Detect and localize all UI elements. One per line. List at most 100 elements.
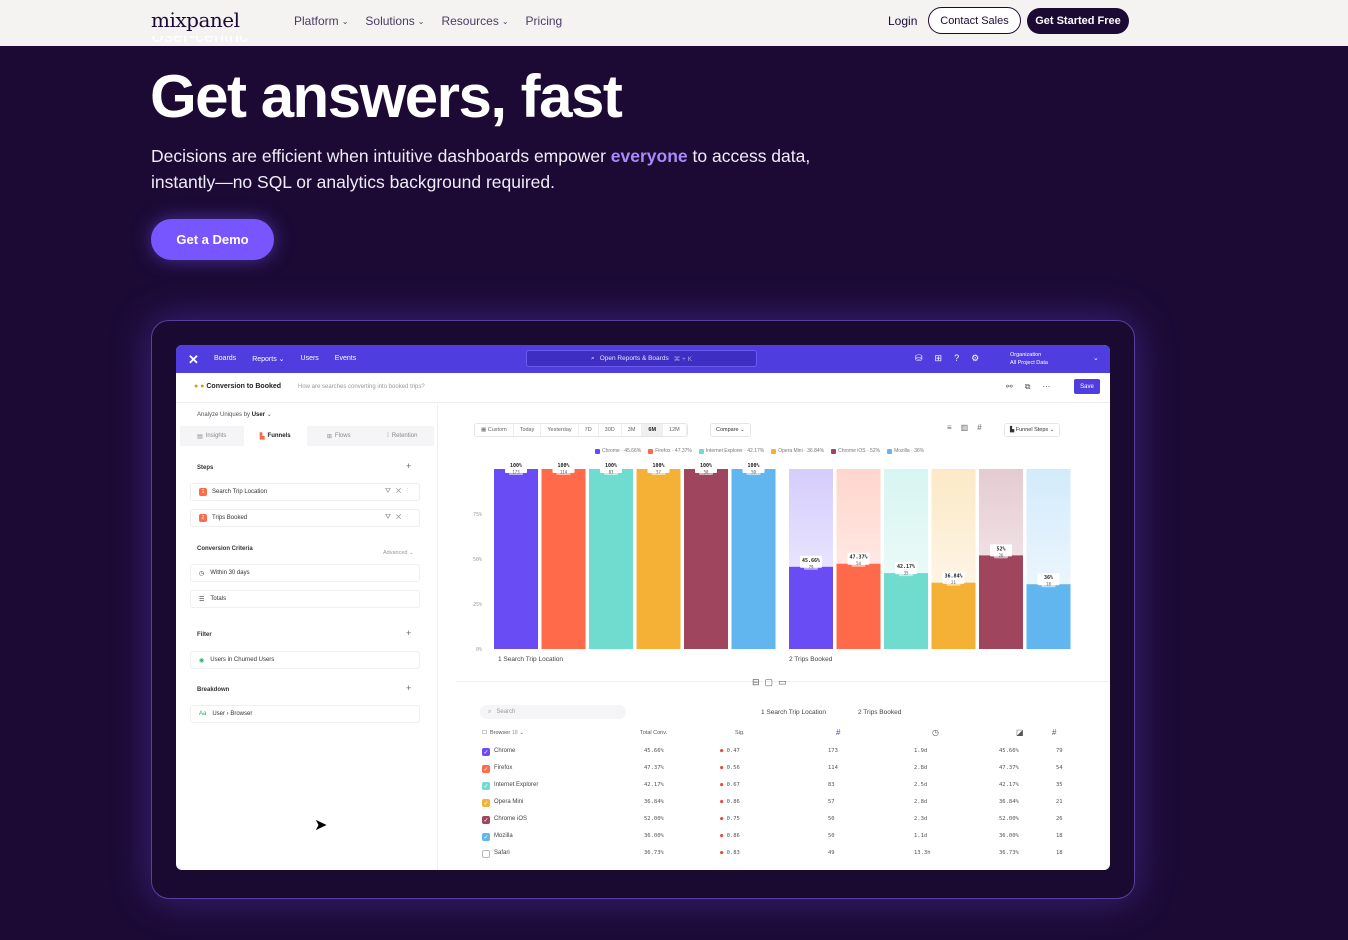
- col-total-conv[interactable]: Total Conv.: [640, 730, 667, 736]
- gear-icon[interactable]: ⚙: [971, 353, 979, 364]
- range-yesterday[interactable]: Yesterday: [541, 424, 579, 436]
- time-icon[interactable]: ◷: [932, 728, 939, 737]
- analyze-by[interactable]: Analyze Uniques by User ⌄: [197, 411, 272, 418]
- advanced-toggle[interactable]: Advanced ⌄: [383, 550, 414, 556]
- database-icon[interactable]: ⛁: [915, 353, 923, 364]
- legend-item[interactable]: Chrome · 45.66%: [595, 448, 641, 454]
- link-icon[interactable]: ⚯: [1006, 382, 1013, 392]
- criteria-label: Conversion Criteria: [197, 546, 253, 552]
- legend-item[interactable]: Opera Mini · 36.84%: [771, 448, 824, 454]
- get-started-button[interactable]: Get Started Free: [1027, 8, 1129, 34]
- mixpanel-logo[interactable]: mixpanel: [151, 8, 240, 32]
- more-icon[interactable]: ⋯: [1042, 382, 1050, 392]
- app-search-bar[interactable]: ⌕ Open Reports & Boards ⌘ + K: [526, 350, 757, 367]
- bar-step2-chrome: [789, 566, 833, 649]
- login-link[interactable]: Login: [888, 14, 917, 28]
- table-row[interactable]: ✓ Firefox 47.37% ● 0.56 114 2.8d 47.37% 54: [482, 761, 1063, 777]
- row-checkbox[interactable]: ✓: [482, 799, 490, 807]
- app-link-reports[interactable]: Reports ⌄: [252, 355, 284, 363]
- table-search-input[interactable]: ⌕ Search: [480, 705, 626, 719]
- bar-chart-icon[interactable]: ▥: [961, 423, 969, 432]
- table-row[interactable]: ✓ Chrome 45.66% ● 0.47 173 1.9d 45.66% 79: [482, 744, 1063, 760]
- row-checkbox[interactable]: ✓: [482, 765, 490, 773]
- range-6m[interactable]: 6M: [642, 424, 664, 436]
- tab-funnels[interactable]: ▙ Funnels: [243, 426, 307, 446]
- percent-icon[interactable]: ◪: [1016, 728, 1024, 737]
- chart-only-icon[interactable]: ▢: [765, 677, 774, 688]
- chevron-down-icon[interactable]: ⌄: [1093, 354, 1099, 362]
- table-only-icon[interactable]: ▭: [778, 677, 787, 688]
- row-checkbox[interactable]: [482, 850, 490, 858]
- nav-platform[interactable]: Platform ⌄: [294, 14, 348, 28]
- range-today[interactable]: Today: [514, 424, 542, 436]
- funnel-step-1[interactable]: 1 Search Trip Location ⛛✕⋮: [190, 483, 420, 501]
- get-demo-button[interactable]: Get a Demo: [151, 219, 274, 260]
- hash-icon[interactable]: #: [1052, 728, 1056, 737]
- criteria-counting[interactable]: ☰ Totals: [190, 590, 420, 608]
- split-view-icon[interactable]: ⊟: [752, 677, 760, 688]
- app-link-boards[interactable]: Boards: [214, 355, 236, 363]
- nav-resources[interactable]: Resources ⌄: [441, 14, 508, 28]
- row-checkbox[interactable]: ✓: [482, 782, 490, 790]
- nav-pricing[interactable]: Pricing: [526, 14, 563, 28]
- step-controls-icon[interactable]: ⛛✕⋮: [385, 514, 413, 522]
- copy-icon[interactable]: ⧉: [1025, 382, 1031, 392]
- nav-pricing-label: Pricing: [525, 14, 563, 28]
- table-row[interactable]: ✓ Opera Mini 36.84% ● 0.86 57 2.8d 36.84% 21: [482, 795, 1063, 811]
- criteria-window[interactable]: ◷ Within 30 days: [190, 564, 420, 582]
- legend-label: Chrome iOS · 52%: [838, 448, 881, 454]
- eyebrow-clipped: User-centric: [151, 36, 351, 48]
- col-browser[interactable]: ☐ Browser 18 ⌄: [482, 730, 524, 736]
- range-3m[interactable]: 3M: [622, 424, 643, 436]
- org-name: Organization: [1010, 352, 1042, 358]
- breakdown-row[interactable]: Aa User › Browser: [190, 705, 420, 723]
- app-logo-icon[interactable]: ✕: [188, 352, 199, 368]
- row-checkbox[interactable]: ✓: [482, 833, 490, 841]
- apps-grid-icon[interactable]: ⊞: [935, 353, 943, 364]
- report-description[interactable]: How are searches converting into booked …: [298, 384, 425, 390]
- range-custom[interactable]: ▦ Custom: [475, 424, 514, 436]
- app-link-events[interactable]: Events: [335, 355, 356, 363]
- tab-retention[interactable]: ⁞ Retention: [371, 426, 435, 446]
- chart-panel: ▦ Custom Today Yesterday 7D 30D 3M 6M 12…: [438, 403, 1110, 870]
- compare-dropdown[interactable]: Compare ⌄: [710, 423, 751, 437]
- app-link-users[interactable]: Users: [301, 355, 319, 363]
- org-switcher[interactable]: Organization All Project Data: [1010, 351, 1048, 367]
- filter-row[interactable]: ◉ Users in Churned Users: [190, 651, 420, 669]
- range-30d[interactable]: 30D: [599, 424, 622, 436]
- data-label: 47.37%: [849, 555, 867, 561]
- tab-flows[interactable]: ⊞ Flows: [307, 426, 371, 446]
- step-controls-icon[interactable]: ⛛✕⋮: [385, 488, 413, 496]
- col-sig[interactable]: Sig.: [735, 730, 744, 736]
- row-browser-name: Safari: [494, 850, 510, 856]
- hash-icon[interactable]: #: [977, 423, 981, 432]
- row-checkbox[interactable]: ✓: [482, 816, 490, 824]
- legend-item[interactable]: Mozilla · 36%: [887, 448, 924, 454]
- table-row[interactable]: ✓ Mozilla 36.00% ● 0.86 50 1.1d 36.00% 18: [482, 829, 1063, 845]
- report-title[interactable]: ● ● Conversion to Booked: [194, 383, 281, 390]
- funnel-steps-dropdown[interactable]: ▙ Funnel Steps ⌄: [1004, 423, 1061, 437]
- row-checkbox[interactable]: ✓: [482, 748, 490, 756]
- funnel-step-2[interactable]: 2 Trips Booked ⛛✕⋮: [190, 509, 420, 527]
- legend-item[interactable]: Firefox · 47.37%: [648, 448, 692, 454]
- nav-solutions[interactable]: Solutions ⌄: [365, 14, 424, 28]
- add-breakdown-icon[interactable]: +: [406, 683, 411, 693]
- hash-icon[interactable]: #: [836, 728, 840, 737]
- range-12m[interactable]: 12M: [663, 424, 687, 436]
- legend-item[interactable]: Internet Explorer · 42.17%: [698, 448, 764, 454]
- add-filter-icon[interactable]: +: [406, 628, 411, 638]
- table-row[interactable]: Safari 36.73% ● 0.83 49 13.3h 36.73% 18: [482, 846, 1063, 862]
- bar-step1-chrome-ios: [684, 469, 728, 649]
- filter-lines-icon[interactable]: ≡: [947, 423, 952, 432]
- bar-step1-chrome: [494, 469, 538, 649]
- help-icon[interactable]: ?: [954, 353, 959, 364]
- legend-item[interactable]: Chrome iOS · 52%: [831, 448, 880, 454]
- add-step-icon[interactable]: +: [406, 461, 411, 471]
- table-row[interactable]: ✓ Internet Explorer 42.17% ● 0.67 83 2.5d 42.1…: [482, 778, 1063, 794]
- contact-sales-button[interactable]: Contact Sales: [928, 7, 1021, 34]
- tab-insights[interactable]: ▤ Insights: [180, 426, 244, 446]
- save-button[interactable]: Save: [1074, 379, 1100, 394]
- chart-legend: Chrome · 45.66% Firefox · 47.37% Interne…: [595, 448, 924, 454]
- range-7d[interactable]: 7D: [579, 424, 599, 436]
- table-row[interactable]: ✓ Chrome iOS 52.00% ● 0.75 50 2.3d 52.00% 26: [482, 812, 1063, 828]
